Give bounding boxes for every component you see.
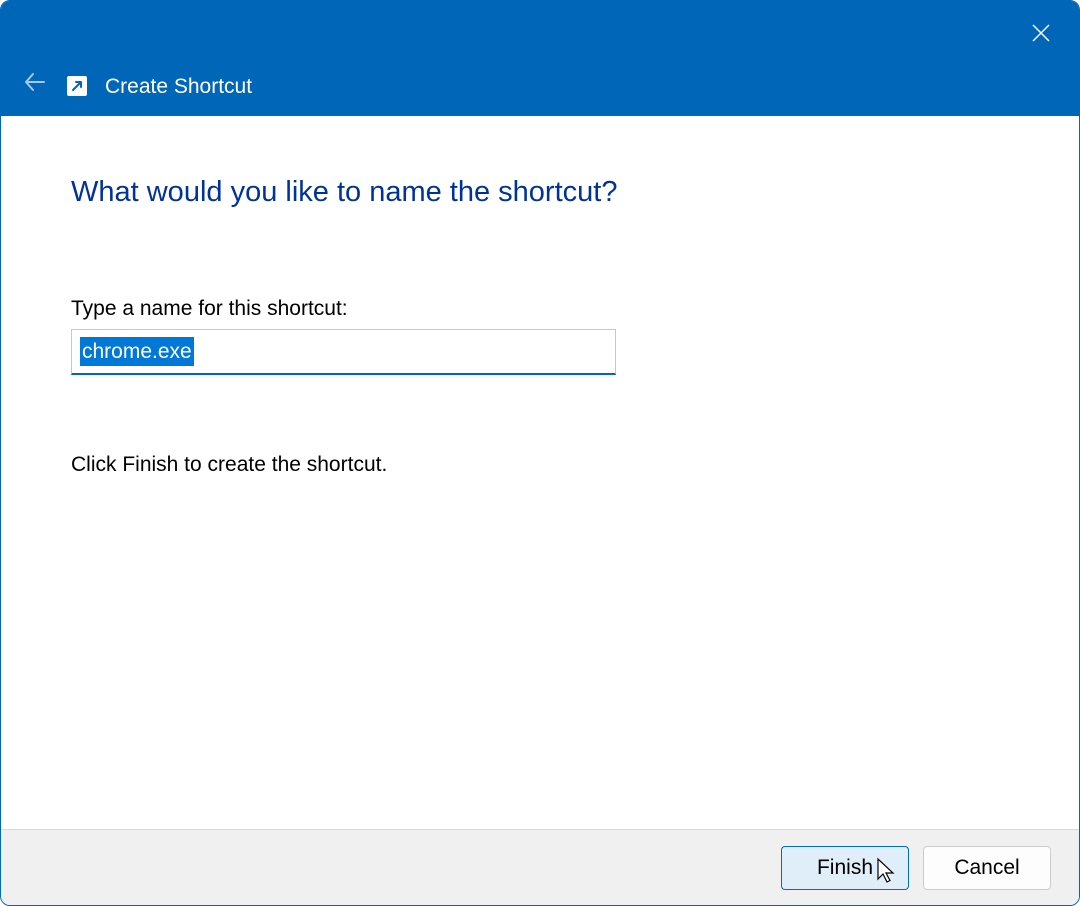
- instruction-text: Click Finish to create the shortcut.: [71, 453, 1009, 477]
- cancel-button[interactable]: Cancel: [923, 846, 1051, 890]
- create-shortcut-wizard: Create Shortcut What would you like to n…: [0, 0, 1080, 906]
- finish-button[interactable]: Finish: [781, 846, 909, 890]
- input-selected-text: chrome.exe: [80, 337, 194, 366]
- shortcut-icon: [67, 76, 87, 96]
- wizard-footer: Finish Cancel: [1, 829, 1079, 905]
- shortcut-name-input[interactable]: chrome.exe: [71, 329, 616, 375]
- back-arrow-icon: [22, 69, 48, 95]
- window-title: Create Shortcut: [105, 75, 252, 99]
- wizard-content: What would you like to name the shortcut…: [1, 116, 1079, 829]
- page-heading: What would you like to name the shortcut…: [71, 176, 1009, 209]
- close-icon: [1031, 23, 1051, 43]
- close-button[interactable]: [1021, 13, 1061, 53]
- titlebar: Create Shortcut: [1, 1, 1079, 116]
- back-button[interactable]: [19, 66, 51, 98]
- shortcut-name-label: Type a name for this shortcut:: [71, 297, 1009, 321]
